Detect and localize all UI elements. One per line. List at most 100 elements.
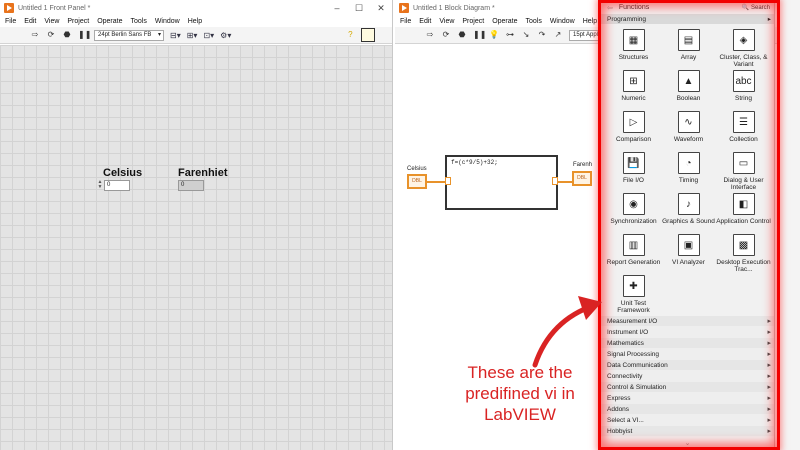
file-io-icon: 💾 xyxy=(622,152,645,174)
subcategory-label: Control & Simulation xyxy=(607,383,667,391)
vi-icon[interactable] xyxy=(361,28,376,42)
align-objects-icon[interactable]: ⊟▾ xyxy=(170,31,181,40)
desktop-trace-icon: ▩ xyxy=(732,234,755,256)
chevron-right-icon: ▸ xyxy=(767,340,771,347)
palette-subcategory[interactable]: Instrument I/O ▸ xyxy=(601,327,774,338)
help-icon[interactable]: ? xyxy=(345,30,355,40)
palette-item[interactable]: ▷ Comparison xyxy=(606,111,661,143)
front-panel-title: Untitled 1 Front Panel * xyxy=(18,4,91,12)
run-continuously-icon[interactable]: ⟳ xyxy=(46,30,56,40)
palette-subcategory[interactable]: Measurement I/O ▸ xyxy=(601,316,774,327)
abort-icon[interactable]: ⬣ xyxy=(457,30,467,40)
palette-item-label: Dialog & User Interface xyxy=(723,177,764,191)
application-control-icon: ◧ xyxy=(732,193,755,215)
palette-item[interactable]: ⊞ Numeric xyxy=(606,70,661,102)
celsius-numeric-control[interactable]: 0 xyxy=(104,180,130,191)
step-over-icon[interactable]: ↷ xyxy=(537,30,547,40)
menu-operate[interactable]: Operate xyxy=(492,18,517,25)
palette-header: ⇦ Functions 🔍 Search xyxy=(601,1,774,14)
menu-view[interactable]: View xyxy=(439,18,454,25)
expand-palette-icon[interactable]: ⌄ xyxy=(601,439,774,447)
farenhiet-numeric-indicator: 0 xyxy=(178,180,204,191)
run-continuously-icon[interactable]: ⟳ xyxy=(441,30,451,40)
close-button[interactable]: ✕ xyxy=(370,3,392,14)
palette-item-label: Desktop Execution Trac... xyxy=(716,259,771,273)
palette-search[interactable]: 🔍 Search xyxy=(742,4,770,11)
run-arrow-icon[interactable]: ⇨ xyxy=(30,30,40,40)
palette-subcategory[interactable]: Select a VI... ▸ xyxy=(601,415,774,426)
palette-subcategory[interactable]: Express ▸ xyxy=(601,393,774,404)
palette-subcategory[interactable]: Data Communication ▸ xyxy=(601,360,774,371)
font-selector[interactable]: 24pt Berlin Sans FB ▾ xyxy=(94,29,164,41)
input-wire[interactable] xyxy=(427,181,447,183)
palette-item[interactable]: ◈ Cluster, Class, & Variant xyxy=(716,29,771,68)
reorder-icon[interactable]: ⚙▾ xyxy=(220,31,231,40)
pause-icon[interactable]: ❚❚ xyxy=(473,30,486,40)
cluster-icon: ◈ xyxy=(732,29,755,51)
menu-file[interactable]: File xyxy=(400,18,411,25)
menu-operate[interactable]: Operate xyxy=(97,18,122,25)
celsius-label: Celsius xyxy=(103,167,143,179)
array-icon: ▤ xyxy=(677,29,700,51)
palette-item-label: Synchronization xyxy=(610,218,657,225)
palette-item[interactable]: ♪ Graphics & Sound xyxy=(661,193,716,225)
menu-tools[interactable]: Tools xyxy=(525,18,541,25)
menu-window[interactable]: Window xyxy=(550,18,575,25)
highlight-execution-icon[interactable]: 💡 xyxy=(489,30,499,40)
palette-item[interactable]: abc String xyxy=(716,70,771,102)
chevron-right-icon: ▸ xyxy=(767,417,771,424)
programming-category[interactable]: Programming ▸ xyxy=(601,14,774,24)
palette-subcategory[interactable]: Addons ▸ xyxy=(601,404,774,415)
palette-item[interactable]: ▣ VI Analyzer xyxy=(661,234,716,266)
palette-item[interactable]: ☰ Collection xyxy=(716,111,771,143)
menu-edit[interactable]: Edit xyxy=(419,18,431,25)
palette-subcategory[interactable]: Mathematics ▸ xyxy=(601,338,774,349)
output-wire[interactable] xyxy=(558,181,572,183)
increment-decrement-icon[interactable]: ▲ ▼ xyxy=(97,180,103,191)
palette-item[interactable]: ◉ Synchronization xyxy=(606,193,661,225)
formula-expression[interactable]: f=(c*9/5)+32; xyxy=(451,159,498,166)
menu-window[interactable]: Window xyxy=(155,18,180,25)
farenhiet-terminal[interactable]: DBL xyxy=(572,171,592,186)
menu-edit[interactable]: Edit xyxy=(24,18,36,25)
palette-item[interactable]: ▥ Report Generation xyxy=(606,234,661,266)
palette-item[interactable]: ▦ Structures xyxy=(606,29,661,61)
palette-subcategory[interactable]: Signal Processing ▸ xyxy=(601,349,774,360)
menu-view[interactable]: View xyxy=(44,18,59,25)
menu-help[interactable]: Help xyxy=(188,18,202,25)
palette-item[interactable]: 💾 File I/O xyxy=(606,152,661,184)
abort-icon[interactable]: ⬣ xyxy=(62,30,72,40)
run-arrow-icon[interactable]: ⇨ xyxy=(425,30,435,40)
step-into-icon[interactable]: ↘ xyxy=(521,30,531,40)
retain-wire-values-icon[interactable]: ⊶ xyxy=(505,30,515,40)
timing-icon: ◔ xyxy=(677,152,700,174)
palette-item[interactable]: ◧ Application Control xyxy=(716,193,771,225)
menu-project[interactable]: Project xyxy=(462,18,484,25)
palette-subcategory[interactable]: Hobbyist ▸ xyxy=(601,426,774,437)
formula-node[interactable]: f=(c*9/5)+32; xyxy=(445,155,558,210)
distribute-objects-icon[interactable]: ⊞▾ xyxy=(187,31,198,40)
maximize-button[interactable]: ☐ xyxy=(348,3,370,14)
formula-input-tunnel[interactable] xyxy=(445,177,451,185)
resize-objects-icon[interactable]: ⊡▾ xyxy=(203,31,214,40)
palette-item[interactable]: ▤ Array xyxy=(661,29,716,61)
palette-item[interactable]: ▭ Dialog & User Interface xyxy=(716,152,771,191)
menu-help[interactable]: Help xyxy=(583,18,597,25)
step-out-icon[interactable]: ↗ xyxy=(553,30,563,40)
palette-item[interactable]: ▩ Desktop Execution Trac... xyxy=(716,234,771,273)
celsius-terminal[interactable]: DBL xyxy=(407,174,427,189)
palette-item[interactable]: ▲ Boolean xyxy=(661,70,716,102)
palette-subcategory[interactable]: Connectivity ▸ xyxy=(601,371,774,382)
back-arrow-icon[interactable]: ⇦ xyxy=(607,4,613,12)
palette-subcategory[interactable]: Control & Simulation ▸ xyxy=(601,382,774,393)
menu-tools[interactable]: Tools xyxy=(130,18,146,25)
palette-item[interactable]: ◔ Timing xyxy=(661,152,716,184)
front-panel-canvas[interactable]: Celsius ▲ ▼ 0 Farenhiet 0 xyxy=(0,45,392,450)
menu-file[interactable]: File xyxy=(5,18,16,25)
palette-item[interactable]: ∿ Waveform xyxy=(661,111,716,143)
font-selector-value: 24pt Berlin Sans FB xyxy=(98,31,152,38)
palette-item[interactable]: ✚ Unit Test Framework xyxy=(606,275,661,314)
menu-project[interactable]: Project xyxy=(67,18,89,25)
pause-icon[interactable]: ❚❚ xyxy=(78,30,91,40)
minimize-button[interactable]: – xyxy=(326,3,348,13)
